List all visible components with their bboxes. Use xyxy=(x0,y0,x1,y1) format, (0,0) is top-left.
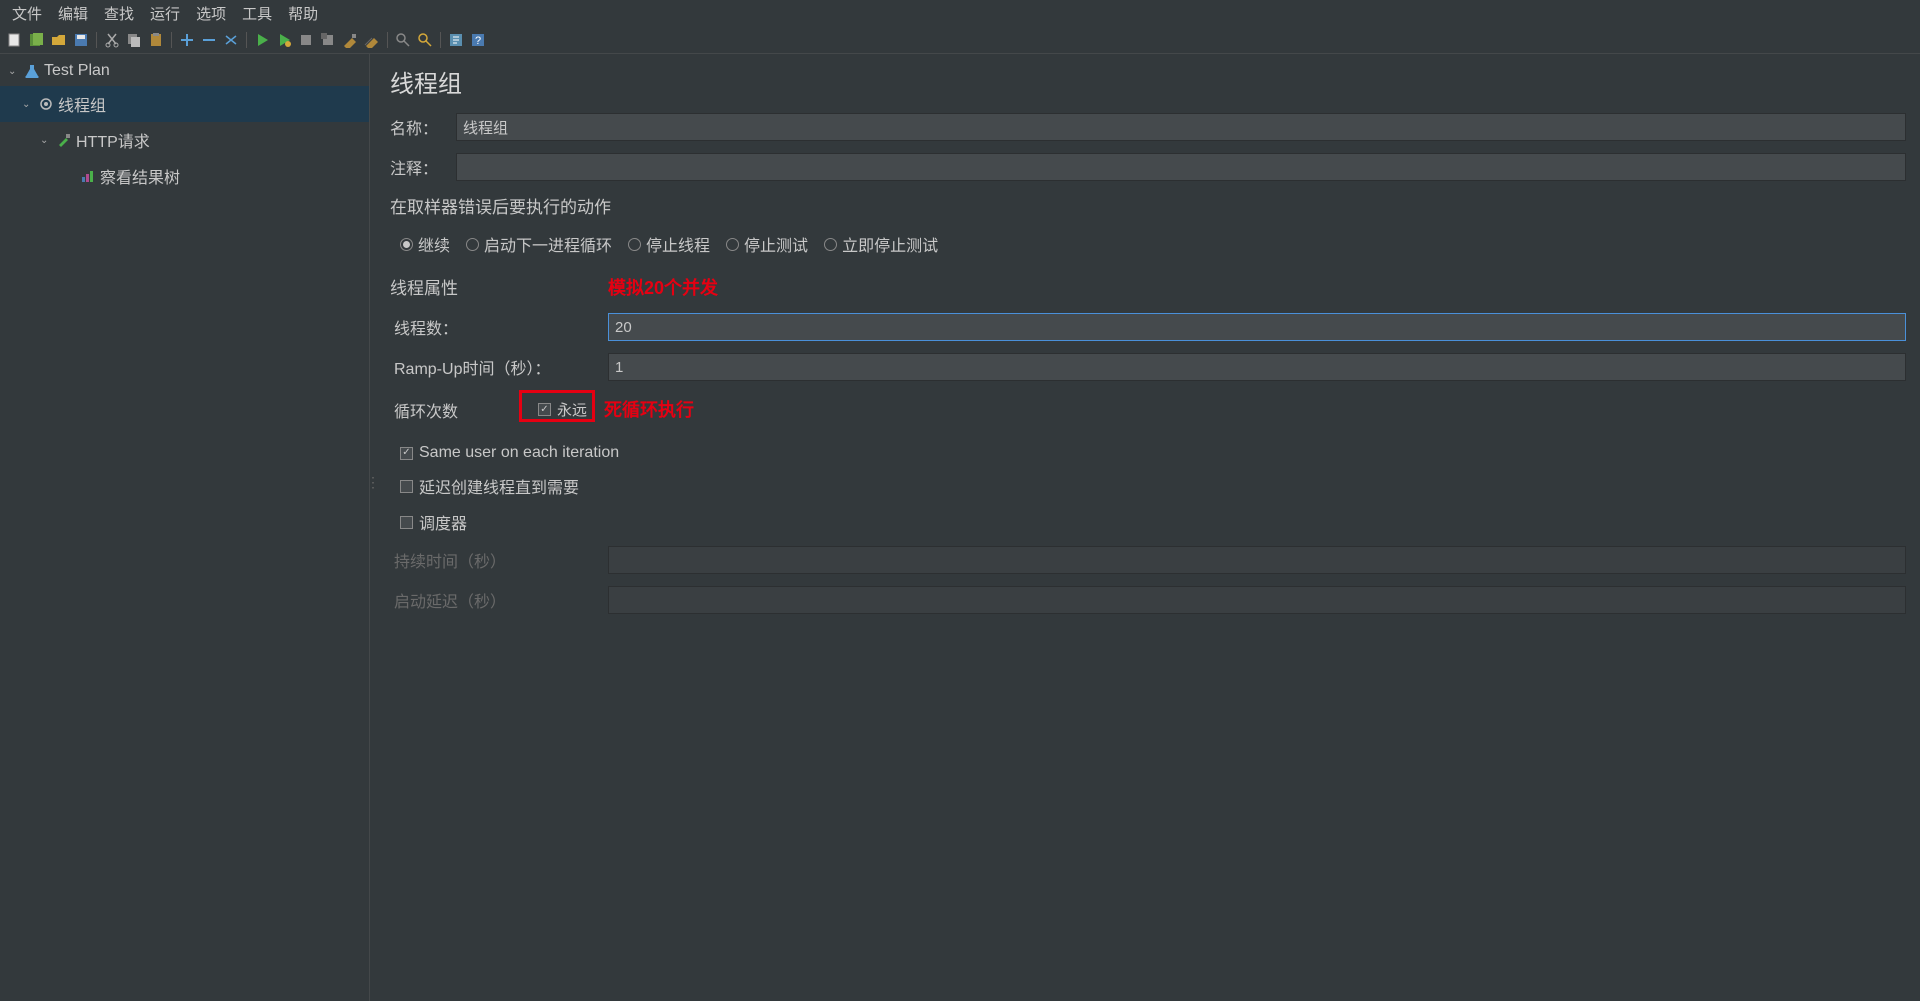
separator xyxy=(171,32,172,48)
forever-label: 永远 xyxy=(557,399,587,420)
comment-label: 注释： xyxy=(390,155,448,179)
tree-test-plan[interactable]: ⌄ Test Plan xyxy=(0,56,369,86)
startup-delay-label: 启动延迟（秒） xyxy=(390,588,600,612)
radio-icon xyxy=(726,238,739,251)
rampup-label: Ramp-Up时间（秒）： xyxy=(390,355,600,379)
open-icon[interactable] xyxy=(50,31,68,49)
main-area: ⌄ Test Plan ⌄ 线程组 ⌄ HTTP请求 察看结果树 线程组 名称： xyxy=(0,54,1920,1001)
radio-stop-thread[interactable]: 停止线程 xyxy=(628,232,710,256)
separator xyxy=(96,32,97,48)
function-helper-icon[interactable] xyxy=(447,31,465,49)
duration-input xyxy=(608,546,1906,574)
pipette-icon xyxy=(56,132,72,148)
menubar: 文件 编辑 查找 运行 选项 工具 帮助 xyxy=(0,0,1920,26)
radio-icon xyxy=(400,238,413,251)
radio-label: 启动下一进程循环 xyxy=(484,232,612,256)
chart-icon xyxy=(80,168,96,184)
save-icon[interactable] xyxy=(72,31,90,49)
menu-search[interactable]: 查找 xyxy=(98,1,140,26)
new-icon[interactable] xyxy=(6,31,24,49)
reset-search-icon[interactable] xyxy=(416,31,434,49)
menu-options[interactable]: 选项 xyxy=(190,1,232,26)
menu-edit[interactable]: 编辑 xyxy=(52,1,94,26)
tree-panel: ⌄ Test Plan ⌄ 线程组 ⌄ HTTP请求 察看结果树 xyxy=(0,54,370,1001)
chevron-down-icon[interactable]: ⌄ xyxy=(40,135,52,146)
radio-continue[interactable]: 继续 xyxy=(400,232,450,256)
duration-label: 持续时间（秒） xyxy=(390,548,600,572)
thread-props-title: 线程属性 xyxy=(390,274,1906,299)
tree-label: HTTP请求 xyxy=(76,128,150,152)
check-label: Same user on each iteration xyxy=(419,444,619,462)
name-input[interactable] xyxy=(456,113,1906,141)
threads-input[interactable] xyxy=(608,313,1906,341)
clear-icon[interactable] xyxy=(341,31,359,49)
name-label: 名称： xyxy=(390,115,448,139)
checkbox-icon xyxy=(538,403,551,416)
radio-next-loop[interactable]: 启动下一进程循环 xyxy=(466,232,612,256)
help-icon[interactable]: ? xyxy=(469,31,487,49)
menu-tools[interactable]: 工具 xyxy=(236,1,278,26)
radio-icon xyxy=(628,238,641,251)
chevron-down-icon[interactable]: ⌄ xyxy=(22,99,34,110)
radio-icon xyxy=(824,238,837,251)
radio-label: 停止线程 xyxy=(646,232,710,256)
check-label: 调度器 xyxy=(419,510,467,534)
checkbox-icon xyxy=(400,480,413,493)
menu-file[interactable]: 文件 xyxy=(6,1,48,26)
radio-label: 继续 xyxy=(418,232,450,256)
separator xyxy=(387,32,388,48)
clear-all-icon[interactable] xyxy=(363,31,381,49)
separator xyxy=(246,32,247,48)
chevron-down-icon[interactable]: ⌄ xyxy=(8,66,20,77)
tree-view-results[interactable]: 察看结果树 xyxy=(0,158,369,194)
loop-label: 循环次数 xyxy=(390,398,530,422)
on-error-radios: 继续 启动下一进程循环 停止线程 停止测试 立即停止测试 xyxy=(390,232,1906,256)
threads-label: 线程数： xyxy=(390,315,600,339)
copy-icon[interactable] xyxy=(125,31,143,49)
paste-icon[interactable] xyxy=(147,31,165,49)
menu-run[interactable]: 运行 xyxy=(144,1,186,26)
radio-stop-now[interactable]: 立即停止测试 xyxy=(824,232,938,256)
blank-toggle xyxy=(64,171,76,182)
svg-text:?: ? xyxy=(475,35,481,47)
scheduler-checkbox[interactable]: 调度器 xyxy=(390,510,1906,534)
flask-icon xyxy=(24,63,40,79)
on-error-title: 在取样器错误后要执行的动作 xyxy=(390,193,1906,218)
check-label: 延迟创建线程直到需要 xyxy=(419,474,579,498)
forever-checkbox-wrap[interactable]: 永远 xyxy=(530,393,595,426)
separator xyxy=(440,32,441,48)
expand-icon[interactable] xyxy=(178,31,196,49)
rampup-input[interactable] xyxy=(608,353,1906,381)
radio-label: 立即停止测试 xyxy=(842,232,938,256)
tree-label: Test Plan xyxy=(44,62,110,80)
tree-label: 线程组 xyxy=(58,92,106,116)
shutdown-icon[interactable] xyxy=(319,31,337,49)
search-icon[interactable] xyxy=(394,31,412,49)
menu-help[interactable]: 帮助 xyxy=(282,1,324,26)
stop-icon[interactable] xyxy=(297,31,315,49)
config-panel: 线程组 名称： 注释： 在取样器错误后要执行的动作 继续 启动下一进程循环 停止… xyxy=(376,54,1920,1001)
delay-create-checkbox[interactable]: 延迟创建线程直到需要 xyxy=(390,474,1906,498)
collapse-icon[interactable] xyxy=(200,31,218,49)
same-user-checkbox[interactable]: Same user on each iteration xyxy=(390,444,1906,462)
toolbar: ? xyxy=(0,26,1920,54)
radio-stop-test[interactable]: 停止测试 xyxy=(726,232,808,256)
toggle-icon[interactable] xyxy=(222,31,240,49)
checkbox-icon xyxy=(400,447,413,460)
templates-icon[interactable] xyxy=(28,31,46,49)
radio-label: 停止测试 xyxy=(744,232,808,256)
panel-title: 线程组 xyxy=(390,64,1906,99)
comment-input[interactable] xyxy=(456,153,1906,181)
start-no-timers-icon[interactable] xyxy=(275,31,293,49)
startup-delay-input xyxy=(608,586,1906,614)
cut-icon[interactable] xyxy=(103,31,121,49)
tree-http-request[interactable]: ⌄ HTTP请求 xyxy=(0,122,369,158)
checkbox-icon xyxy=(400,516,413,529)
tree-thread-group[interactable]: ⌄ 线程组 xyxy=(0,86,369,122)
gear-icon xyxy=(38,96,54,112)
radio-icon xyxy=(466,238,479,251)
start-icon[interactable] xyxy=(253,31,271,49)
tree-label: 察看结果树 xyxy=(100,164,180,188)
